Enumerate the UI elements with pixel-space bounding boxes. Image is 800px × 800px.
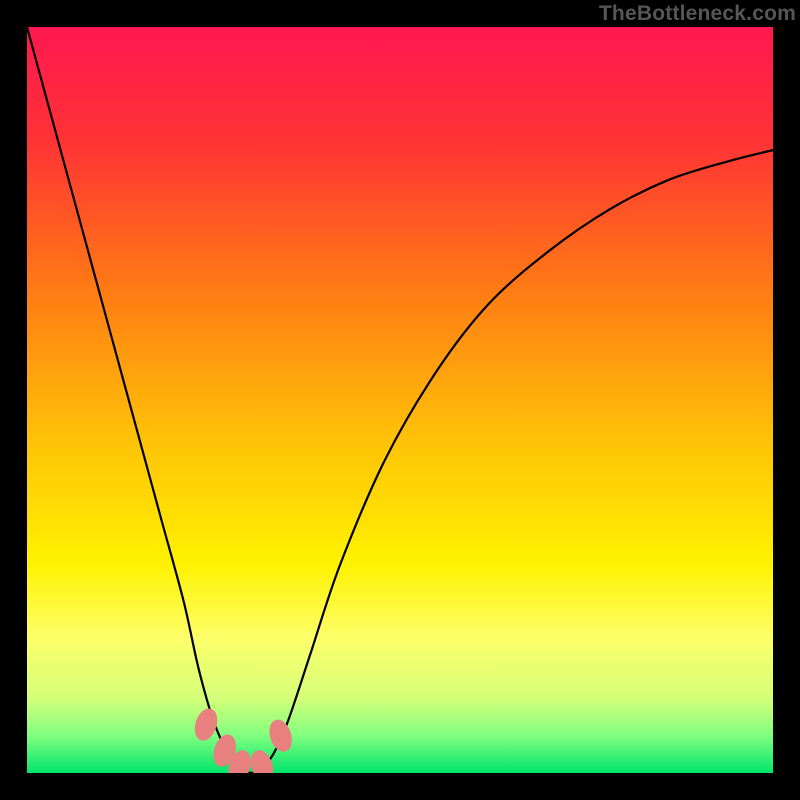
chart-stage: TheBottleneck.com [0,0,800,800]
attribution-text: TheBottleneck.com [599,2,796,26]
gradient-background [27,27,773,773]
bottleneck-chart [27,27,773,773]
plot-area [27,27,773,773]
